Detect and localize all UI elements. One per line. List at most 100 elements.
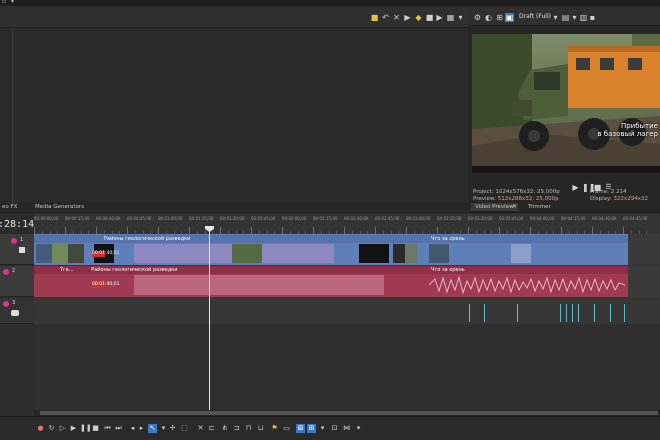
lock-icon[interactable]: ⊓ (244, 424, 253, 433)
chevron-down-icon[interactable]: ▾ (159, 424, 168, 433)
fx-icon[interactable]: ◐ (484, 13, 493, 22)
tab-media-generators[interactable]: Media Generators (31, 203, 88, 211)
speaker-icon[interactable] (11, 310, 19, 316)
selection-tool-icon[interactable]: ⬚ (180, 424, 189, 433)
crossfade-icon[interactable]: ⋈ (342, 424, 351, 433)
marker[interactable]: 00:01:40;01 (92, 282, 119, 288)
video-preview-panel: ⚙ ◐ ⊞ ▣ Draft (Full) ▾ ▤ ▾ ▥ ▪ Прибытие … (471, 8, 660, 212)
edit-tool-icon[interactable]: ↖ (148, 424, 157, 433)
unlock-icon[interactable]: ⊔ (256, 424, 265, 433)
next-frame-icon[interactable]: ▸ (137, 424, 146, 433)
audio-event (517, 304, 518, 322)
empty-timeline-area[interactable] (34, 324, 660, 410)
ruler-tick-label: 00:01:45;00 (251, 216, 276, 221)
undo-icon[interactable]: ↶ (381, 13, 390, 22)
grid-icon[interactable]: ▤ (561, 13, 570, 22)
play-button[interactable]: ▶ (571, 183, 580, 192)
chevron-down-icon-2[interactable]: ▾ (570, 13, 579, 22)
thumbnail (68, 244, 84, 263)
split-icon[interactable]: ⊞ (495, 13, 504, 22)
save-frame-icon[interactable]: ▪ (588, 13, 597, 22)
record-icon[interactable]: ● (36, 424, 45, 433)
trim-icon[interactable]: ⊏ (207, 424, 216, 433)
loop-icon[interactable]: ↻ (47, 424, 56, 433)
video-clip-2[interactable]: Что за хрень (391, 234, 628, 265)
ruler-tick-label: 00:04:45;00 (623, 216, 648, 221)
ruler-tick-label: 00:04:30;00 (592, 216, 617, 221)
overlay-icon[interactable]: ▣ (505, 13, 514, 22)
play-from-start-icon[interactable]: ▷ (58, 424, 67, 433)
dropdown-icon[interactable]: ▾ (11, 0, 17, 5)
snap-icon[interactable]: ⊐ (232, 424, 241, 433)
track-color-icon (3, 301, 9, 307)
mute-icon[interactable] (19, 247, 25, 253)
play-icon[interactable]: ▶ (69, 424, 78, 433)
video-lane: Районы геологической разведки 00:01:40;0… (34, 234, 660, 265)
marker-icon[interactable]: ⚑ (270, 424, 279, 433)
delete-icon[interactable]: ✕ (196, 424, 205, 433)
video-track-header[interactable]: 1 (0, 234, 34, 265)
chevron-down-icon[interactable]: ▾ (456, 13, 465, 22)
chevron-down-icon[interactable]: ▾ (551, 13, 560, 22)
pause-icon[interactable]: ❚❚ (80, 424, 92, 433)
export-icon[interactable]: ◆ (414, 13, 423, 22)
scrollbar-thumb[interactable] (40, 411, 658, 415)
audio-lane: Тга... Районы геологической разведки 00:… (34, 266, 660, 297)
go-start-icon[interactable]: ⏮ (103, 424, 112, 433)
panel-tabs: eo FX Media Generators Video Preview ✕ T… (0, 203, 660, 211)
waveform (134, 275, 384, 295)
play-icon-2[interactable]: ▶ (435, 13, 444, 22)
ruler-tick-label: 00:03:15;00 (437, 216, 462, 221)
preview-info: Preview: 512x288x32; 25,000p (473, 196, 559, 202)
video-clip-1[interactable]: Районы геологической разведки 00:01:40;0… (34, 234, 391, 265)
region-icon[interactable]: ▭ (282, 424, 291, 433)
ruler-tick-label: 00:01:30;00 (220, 216, 245, 221)
close-icon[interactable]: ✕ (508, 203, 521, 211)
go-end-icon[interactable]: ⏭ (114, 424, 123, 433)
audio-event (572, 304, 573, 322)
play-icon[interactable]: ▶ (403, 13, 412, 22)
tab-trimmer[interactable]: Trimmer (524, 203, 555, 211)
ripple-mode-icon[interactable]: ⊞ (307, 424, 316, 433)
track-number: 2 (12, 268, 16, 274)
track-headers: 1 2 3 (0, 234, 34, 410)
folder-icon[interactable]: ■ (370, 13, 379, 22)
ruler-tick-label: 00:02:45;00 (375, 216, 400, 221)
grid-view-icon[interactable]: ▦ (446, 13, 455, 22)
time-ruler[interactable]: 00:00:00;00 00:00:15;00 00:00:30;00 00:00:4… (34, 213, 660, 235)
preview-toolbar: ⚙ ◐ ⊞ ▣ Draft (Full) ▾ ▤ ▾ ▥ ▪ (471, 8, 660, 26)
playhead-line[interactable] (209, 226, 210, 410)
clip-header: Тга... Районы геологической разведки (34, 266, 391, 274)
panel-toolbar: ■ ↶ ✕ ▶ ◆ ■ ▶ ▦ ▾ (0, 8, 470, 28)
ruler-tick-label: 00:04:15;00 (561, 216, 586, 221)
frame-info: Frame: 2 214 (590, 189, 627, 195)
copy-frame-icon[interactable]: ▥ (579, 13, 588, 22)
envelope-tool-icon[interactable]: ✢ (168, 424, 177, 433)
thumbnail (405, 244, 417, 263)
auto-ripple-icon[interactable]: ⊠ (296, 424, 305, 433)
audio-event (469, 304, 470, 322)
settings-icon[interactable]: ⚙ (473, 13, 482, 22)
tab-video-fx[interactable]: eo FX (0, 203, 21, 211)
thumbnail (429, 244, 449, 263)
audio-clip-2[interactable]: Что за хрень (391, 266, 628, 297)
window-menu-icon[interactable]: ▫ (2, 0, 8, 5)
chevron-down-icon-2[interactable]: ▾ (318, 424, 327, 433)
track-number: 1 (20, 237, 24, 243)
audio-track-2-header[interactable]: 3 (0, 298, 34, 324)
overlay-line-2: в базовый лагер (597, 130, 658, 138)
clip-header: Районы геологической разведки (34, 235, 391, 243)
preview-quality-select[interactable]: Draft (Full) (519, 11, 551, 22)
audio-track-header[interactable]: 2 (0, 266, 34, 297)
group-icon[interactable]: ⊡ (330, 424, 339, 433)
chevron-down-icon-3[interactable]: ▾ (354, 424, 363, 433)
playhead-handle[interactable] (205, 226, 214, 232)
prev-frame-icon[interactable]: ◂ (128, 424, 137, 433)
stop-icon[interactable]: ■ (91, 424, 100, 433)
title-strip: ▫ ▾ (0, 0, 660, 6)
delete-icon[interactable]: ✕ (392, 13, 401, 22)
split-icon[interactable]: ⋔ (220, 424, 229, 433)
marker[interactable]: 00:01:40;01 (92, 251, 119, 257)
stop-icon[interactable]: ■ (425, 13, 434, 22)
audio-clip-1[interactable]: Тга... Районы геологической разведки 00:… (34, 266, 391, 297)
